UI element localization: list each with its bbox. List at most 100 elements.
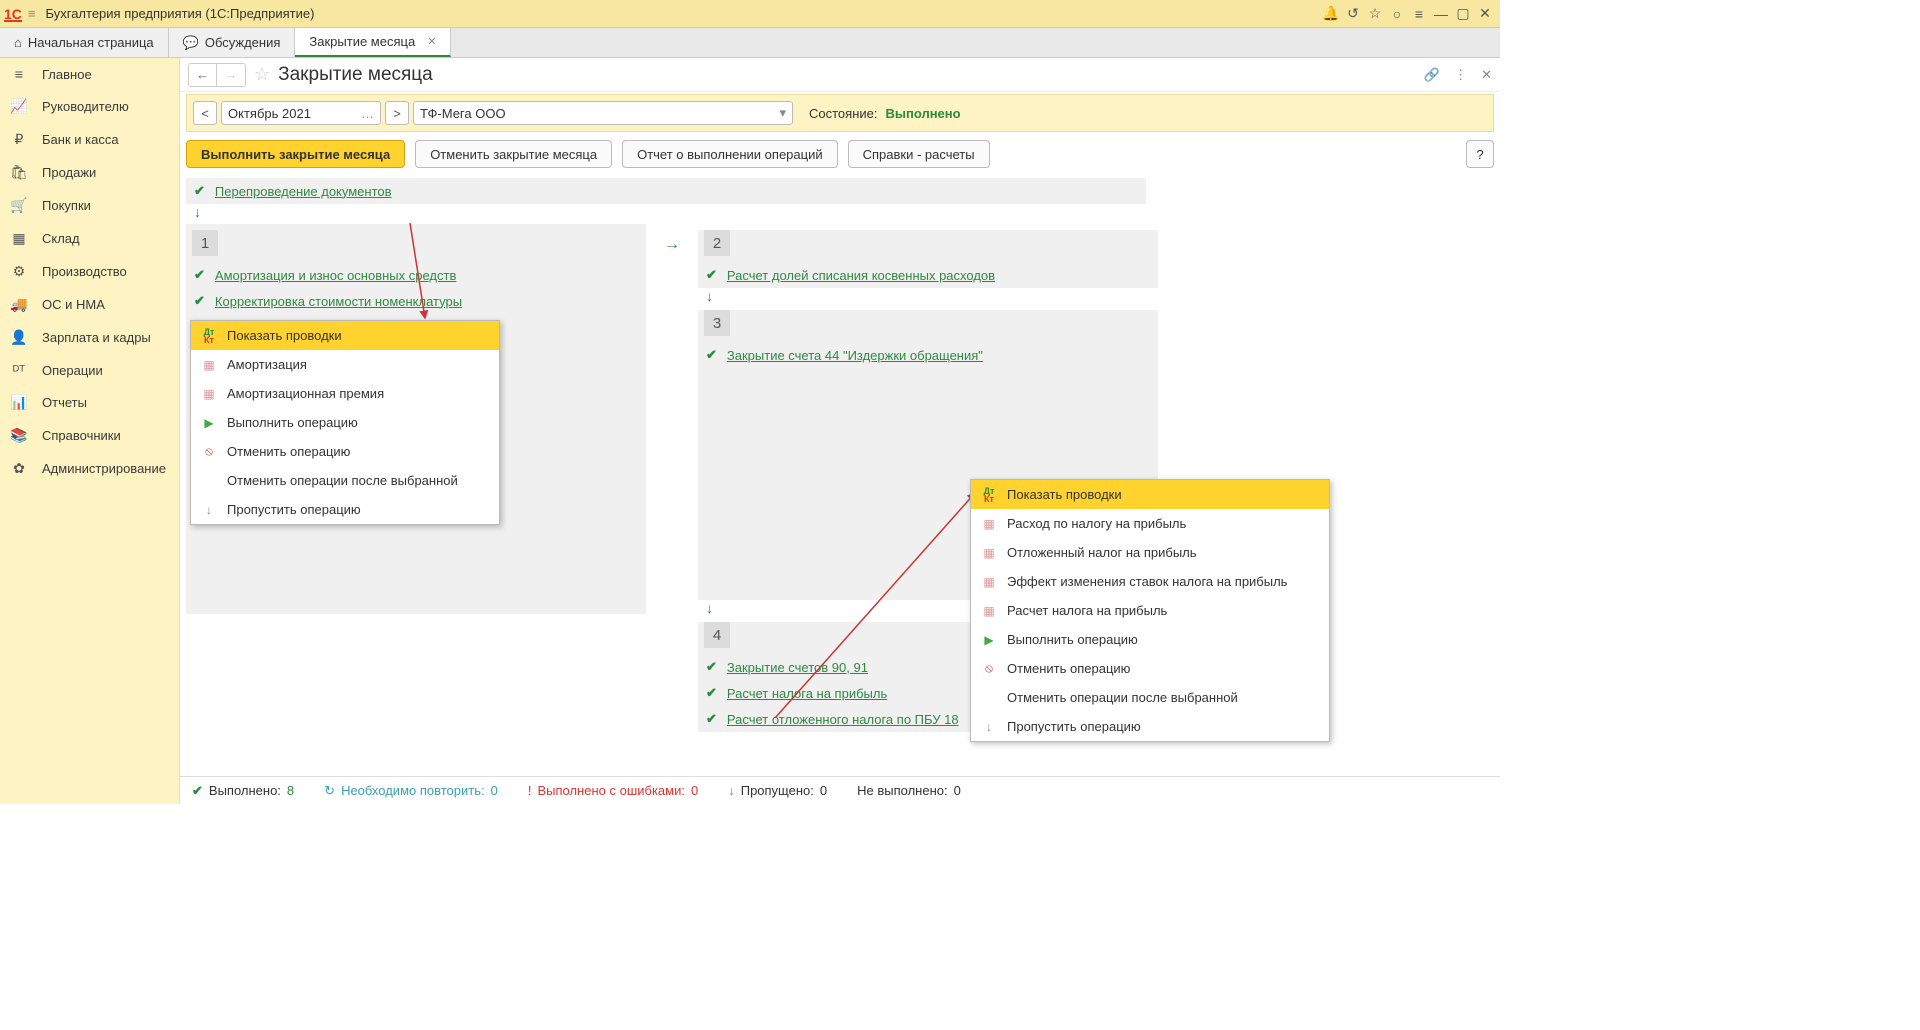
ctx-cancel-op[interactable]: ⦸ Отменить операцию: [191, 437, 499, 466]
period-next-button[interactable]: >: [385, 101, 409, 125]
history-icon[interactable]: ↺: [1342, 5, 1364, 22]
sidebar-item-assets[interactable]: 🚚ОС и НМА: [0, 288, 179, 321]
state-value: Выполнено: [885, 106, 960, 121]
op-amort[interactable]: Амортизация и износ основных средств: [215, 268, 456, 283]
help-button[interactable]: ?: [1466, 140, 1494, 168]
play-doc-icon: ▶: [201, 416, 217, 430]
sidebar-item-reports[interactable]: 📊Отчеты: [0, 386, 179, 419]
ctx-cancel-after[interactable]: Отменить операции после выбранной: [191, 466, 499, 495]
ctx-show-postings[interactable]: ДтКт Показать проводки: [191, 321, 499, 350]
sidebar-item-purchases[interactable]: 🛒Покупки: [0, 189, 179, 222]
circle-icon[interactable]: ○: [1386, 6, 1408, 22]
op-repost-docs[interactable]: Перепроведение документов: [215, 184, 392, 199]
maximize-icon[interactable]: ▢: [1452, 5, 1474, 22]
sidebar-item-bank[interactable]: ₽Банк и касса: [0, 123, 179, 156]
ctx2-rate-effect[interactable]: ▦ Эффект изменения ставок налога на приб…: [971, 567, 1329, 596]
ctx-label: Отменить операцию: [1007, 661, 1130, 676]
close-form-icon[interactable]: ✕: [1481, 67, 1492, 83]
more-lines-icon[interactable]: ≡: [1408, 6, 1430, 22]
op-close-9091[interactable]: Закрытие счетов 90, 91: [727, 660, 868, 675]
burger-icon: ≡: [10, 66, 28, 82]
period-prev-button[interactable]: <: [193, 101, 217, 125]
sidebar-item-label: Банк и касса: [42, 132, 119, 147]
play-doc-icon: ▶: [981, 633, 997, 647]
ctx2-execute-op[interactable]: ▶ Выполнить операцию: [971, 625, 1329, 654]
status-redo-count: 0: [491, 783, 498, 798]
ctx2-tax-expense[interactable]: ▦ Расход по налогу на прибыль: [971, 509, 1329, 538]
check-icon: ✔: [706, 685, 717, 701]
close-window-icon[interactable]: ✕: [1474, 5, 1496, 22]
tab-close-icon[interactable]: ✕: [427, 35, 436, 48]
ctx2-deferred-tax[interactable]: ▦ Отложенный налог на прибыль: [971, 538, 1329, 567]
op-tax-calc[interactable]: Расчет налога на прибыль: [727, 686, 887, 701]
block-3-number: 3: [704, 310, 730, 336]
favorite-icon[interactable]: ☆: [254, 64, 270, 85]
sidebar-item-refs[interactable]: 📚Справочники: [0, 419, 179, 452]
execute-close-button[interactable]: Выполнить закрытие месяца: [186, 140, 405, 168]
chevron-down-icon[interactable]: ▾: [779, 105, 786, 121]
status-skip-count: 0: [820, 783, 827, 798]
ctx-execute-op[interactable]: ▶ Выполнить операцию: [191, 408, 499, 437]
check-icon: ✔: [706, 347, 717, 363]
org-select[interactable]: ТФ-Мега ООО ▾: [413, 101, 793, 125]
ctx-label: Отменить операцию: [227, 444, 350, 459]
main-menu-icon[interactable]: ≡: [28, 6, 36, 21]
ctx2-show-postings[interactable]: ДтКт Показать проводки: [971, 480, 1329, 509]
nav-forward-button[interactable]: →: [217, 64, 245, 86]
ctx2-skip[interactable]: ↓ Пропустить операцию: [971, 712, 1329, 741]
tab-month-close[interactable]: Закрытие месяца ✕: [295, 28, 451, 57]
sidebar: ≡ Главное 📈Руководителю ₽Банк и касса 🛍Пр…: [0, 58, 180, 804]
link-icon[interactable]: 🔗: [1424, 67, 1440, 83]
nav-back-button[interactable]: ←: [189, 64, 217, 86]
ctx2-cancel-op[interactable]: ⦸ Отменить операцию: [971, 654, 1329, 683]
ctx-label: Отменить операции после выбранной: [227, 473, 458, 488]
ctx-skip[interactable]: ↓ Пропустить операцию: [191, 495, 499, 524]
nav-buttons: ← →: [188, 63, 246, 87]
op-deferred-tax[interactable]: Расчет отложенного налога по ПБУ 18: [727, 712, 959, 727]
ctx2-tax-calc[interactable]: ▦ Расчет налога на прибыль: [971, 596, 1329, 625]
op-cost-correction[interactable]: Корректировка стоимости номенклатуры: [215, 294, 462, 309]
minimize-icon[interactable]: —: [1430, 6, 1452, 22]
redo-icon: ↻: [324, 783, 335, 799]
cancel-close-button[interactable]: Отменить закрытие месяца: [415, 140, 612, 168]
period-value: Октябрь 2021: [228, 106, 311, 121]
ctx-label: Выполнить операцию: [1007, 632, 1138, 647]
op-close-44[interactable]: Закрытие счета 44 "Издержки обращения": [727, 348, 983, 363]
op-indirect-allocation[interactable]: Расчет долей списания косвенных расходов: [727, 268, 995, 283]
star-icon[interactable]: ☆: [1364, 5, 1386, 22]
sidebar-item-sales[interactable]: 🛍Продажи: [0, 156, 179, 189]
ctx-label: Отложенный налог на прибыль: [1007, 545, 1197, 560]
execution-report-button[interactable]: Отчет о выполнении операций: [622, 140, 838, 168]
sidebar-item-manager[interactable]: 📈Руководителю: [0, 90, 179, 123]
block-2: 2 ✔ Расчет долей списания косвенных расх…: [698, 230, 1158, 288]
sidebar-item-label: Главное: [42, 67, 92, 82]
ctx-amort[interactable]: ▦ Амортизация: [191, 350, 499, 379]
ctx-label: Пропустить операцию: [227, 502, 361, 517]
sidebar-item-main[interactable]: ≡ Главное: [0, 58, 179, 90]
chart-up-icon: 📈: [10, 98, 28, 115]
sidebar-item-label: Склад: [42, 231, 80, 246]
status-nd-label: Не выполнено:: [857, 783, 947, 798]
ctx-label: Пропустить операцию: [1007, 719, 1141, 734]
dtkt-icon: ДтКт: [981, 487, 997, 503]
period-input[interactable]: Октябрь 2021 …: [221, 101, 381, 125]
more-icon[interactable]: ⋮: [1454, 67, 1467, 83]
logo-1c: 1C: [4, 6, 22, 22]
sidebar-item-hr[interactable]: 👤Зарплата и кадры: [0, 321, 179, 354]
tab-home[interactable]: ⌂ Начальная страница: [0, 28, 169, 57]
bell-icon[interactable]: 🔔: [1320, 5, 1342, 22]
titlebar: 1C ≡ Бухгалтерия предприятия (1С:Предпри…: [0, 0, 1500, 28]
sidebar-item-label: Отчеты: [42, 395, 87, 410]
sidebar-item-production[interactable]: ⚙Производство: [0, 255, 179, 288]
ctx-amort-bonus[interactable]: ▦ Амортизационная премия: [191, 379, 499, 408]
sidebar-item-admin[interactable]: ✿Администрирование: [0, 452, 179, 485]
references-button[interactable]: Справки - расчеты: [848, 140, 990, 168]
period-picker-icon[interactable]: …: [361, 106, 374, 121]
block-2-number: 2: [704, 230, 730, 256]
sidebar-item-warehouse[interactable]: ▦Склад: [0, 222, 179, 255]
check-icon: ✔: [706, 267, 717, 283]
ctx2-cancel-after[interactable]: Отменить операции после выбранной: [971, 683, 1329, 712]
app-title: Бухгалтерия предприятия (1С:Предприятие): [46, 6, 315, 21]
tab-discussions[interactable]: 💬 Обсуждения: [169, 28, 296, 57]
sidebar-item-operations[interactable]: ᴰᵀОперации: [0, 354, 179, 386]
